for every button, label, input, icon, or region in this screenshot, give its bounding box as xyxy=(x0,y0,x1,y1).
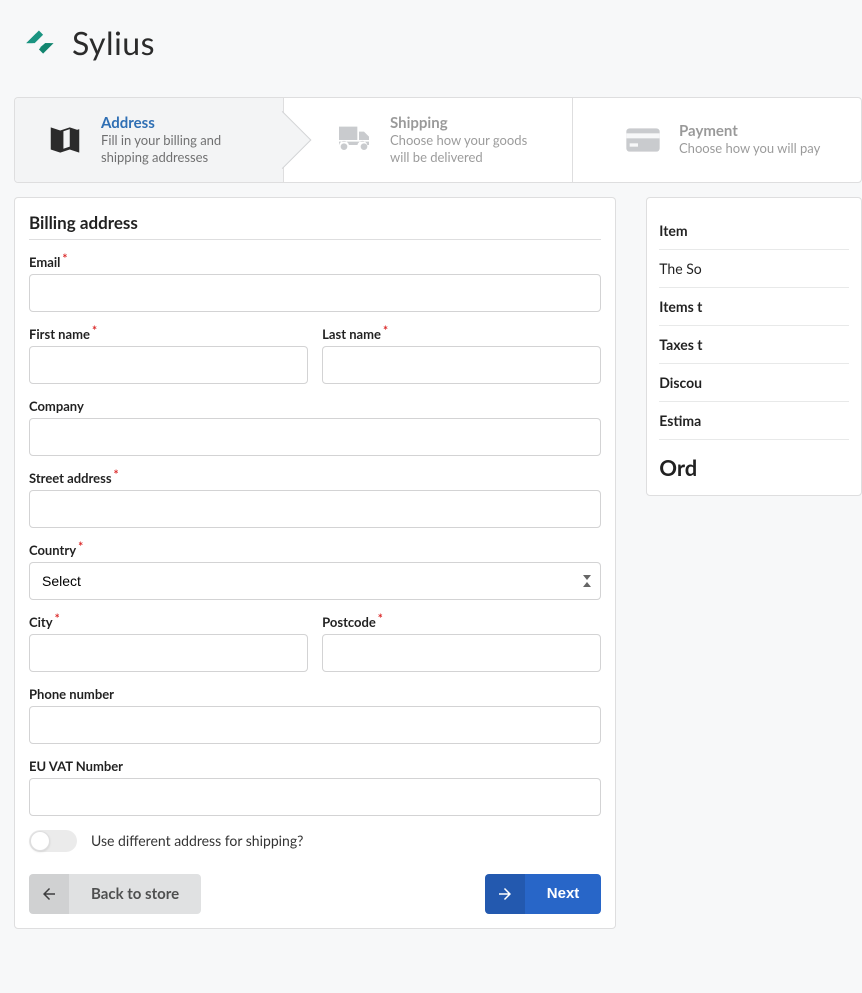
street-field[interactable] xyxy=(29,490,601,528)
step-address-title: Address xyxy=(101,114,255,132)
country-select[interactable]: Select xyxy=(29,562,601,600)
summary-header: Item xyxy=(659,212,849,250)
postcode-label: Postcode* xyxy=(322,614,601,630)
brand-header: Sylius xyxy=(0,0,862,97)
step-shipping-title: Shipping xyxy=(390,114,544,132)
step-payment-title: Payment xyxy=(679,122,820,140)
step-address[interactable]: Address Fill in your billing and shippin… xyxy=(15,98,283,182)
checkout-steps: Address Fill in your billing and shippin… xyxy=(14,97,862,183)
toggle-knob xyxy=(30,831,50,851)
arrow-left-icon xyxy=(29,874,69,914)
truck-icon xyxy=(332,118,376,162)
step-address-desc: Fill in your billing and shipping addres… xyxy=(101,132,255,166)
different-shipping-label: Use different address for shipping? xyxy=(91,832,303,849)
first-name-label: First name* xyxy=(29,326,308,342)
summary-order-total: Ord xyxy=(659,440,849,481)
billing-section-title: Billing address xyxy=(29,212,601,240)
city-label: City* xyxy=(29,614,308,630)
phone-label: Phone number xyxy=(29,686,601,702)
order-summary-panel: Item The So Items t Taxes t Discou Estim… xyxy=(646,197,862,496)
next-button[interactable]: Next xyxy=(485,874,602,914)
step-payment-desc: Choose how you will pay xyxy=(679,140,820,157)
summary-discount: Discou xyxy=(659,364,849,402)
city-field[interactable] xyxy=(29,634,308,672)
postcode-field[interactable] xyxy=(322,634,601,672)
last-name-field[interactable] xyxy=(322,346,601,384)
step-payment[interactable]: Payment Choose how you will pay xyxy=(572,98,861,182)
summary-estimated: Estima xyxy=(659,402,849,440)
last-name-label: Last name* xyxy=(322,326,601,342)
country-label: Country* xyxy=(29,542,601,558)
company-label: Company xyxy=(29,398,601,414)
brand-name: Sylius xyxy=(72,23,155,62)
phone-field[interactable] xyxy=(29,706,601,744)
summary-items-total: Items t xyxy=(659,288,849,326)
email-field[interactable] xyxy=(29,274,601,312)
summary-line-item: The So xyxy=(659,250,849,288)
step-shipping[interactable]: Shipping Choose how your goods will be d… xyxy=(283,98,572,182)
billing-form-panel: Billing address Email* First name* Last … xyxy=(14,197,616,929)
different-shipping-toggle[interactable] xyxy=(29,830,77,852)
street-label: Street address* xyxy=(29,470,601,486)
map-icon xyxy=(43,118,87,162)
company-field[interactable] xyxy=(29,418,601,456)
summary-taxes: Taxes t xyxy=(659,326,849,364)
step-shipping-desc: Choose how your goods will be delivered xyxy=(390,132,544,166)
sylius-logo-icon xyxy=(20,20,72,65)
back-to-store-button[interactable]: Back to store xyxy=(29,874,201,914)
arrow-right-icon xyxy=(485,874,525,914)
vat-label: EU VAT Number xyxy=(29,758,601,774)
email-label: Email* xyxy=(29,254,601,270)
credit-card-icon xyxy=(621,118,665,162)
vat-field[interactable] xyxy=(29,778,601,816)
first-name-field[interactable] xyxy=(29,346,308,384)
